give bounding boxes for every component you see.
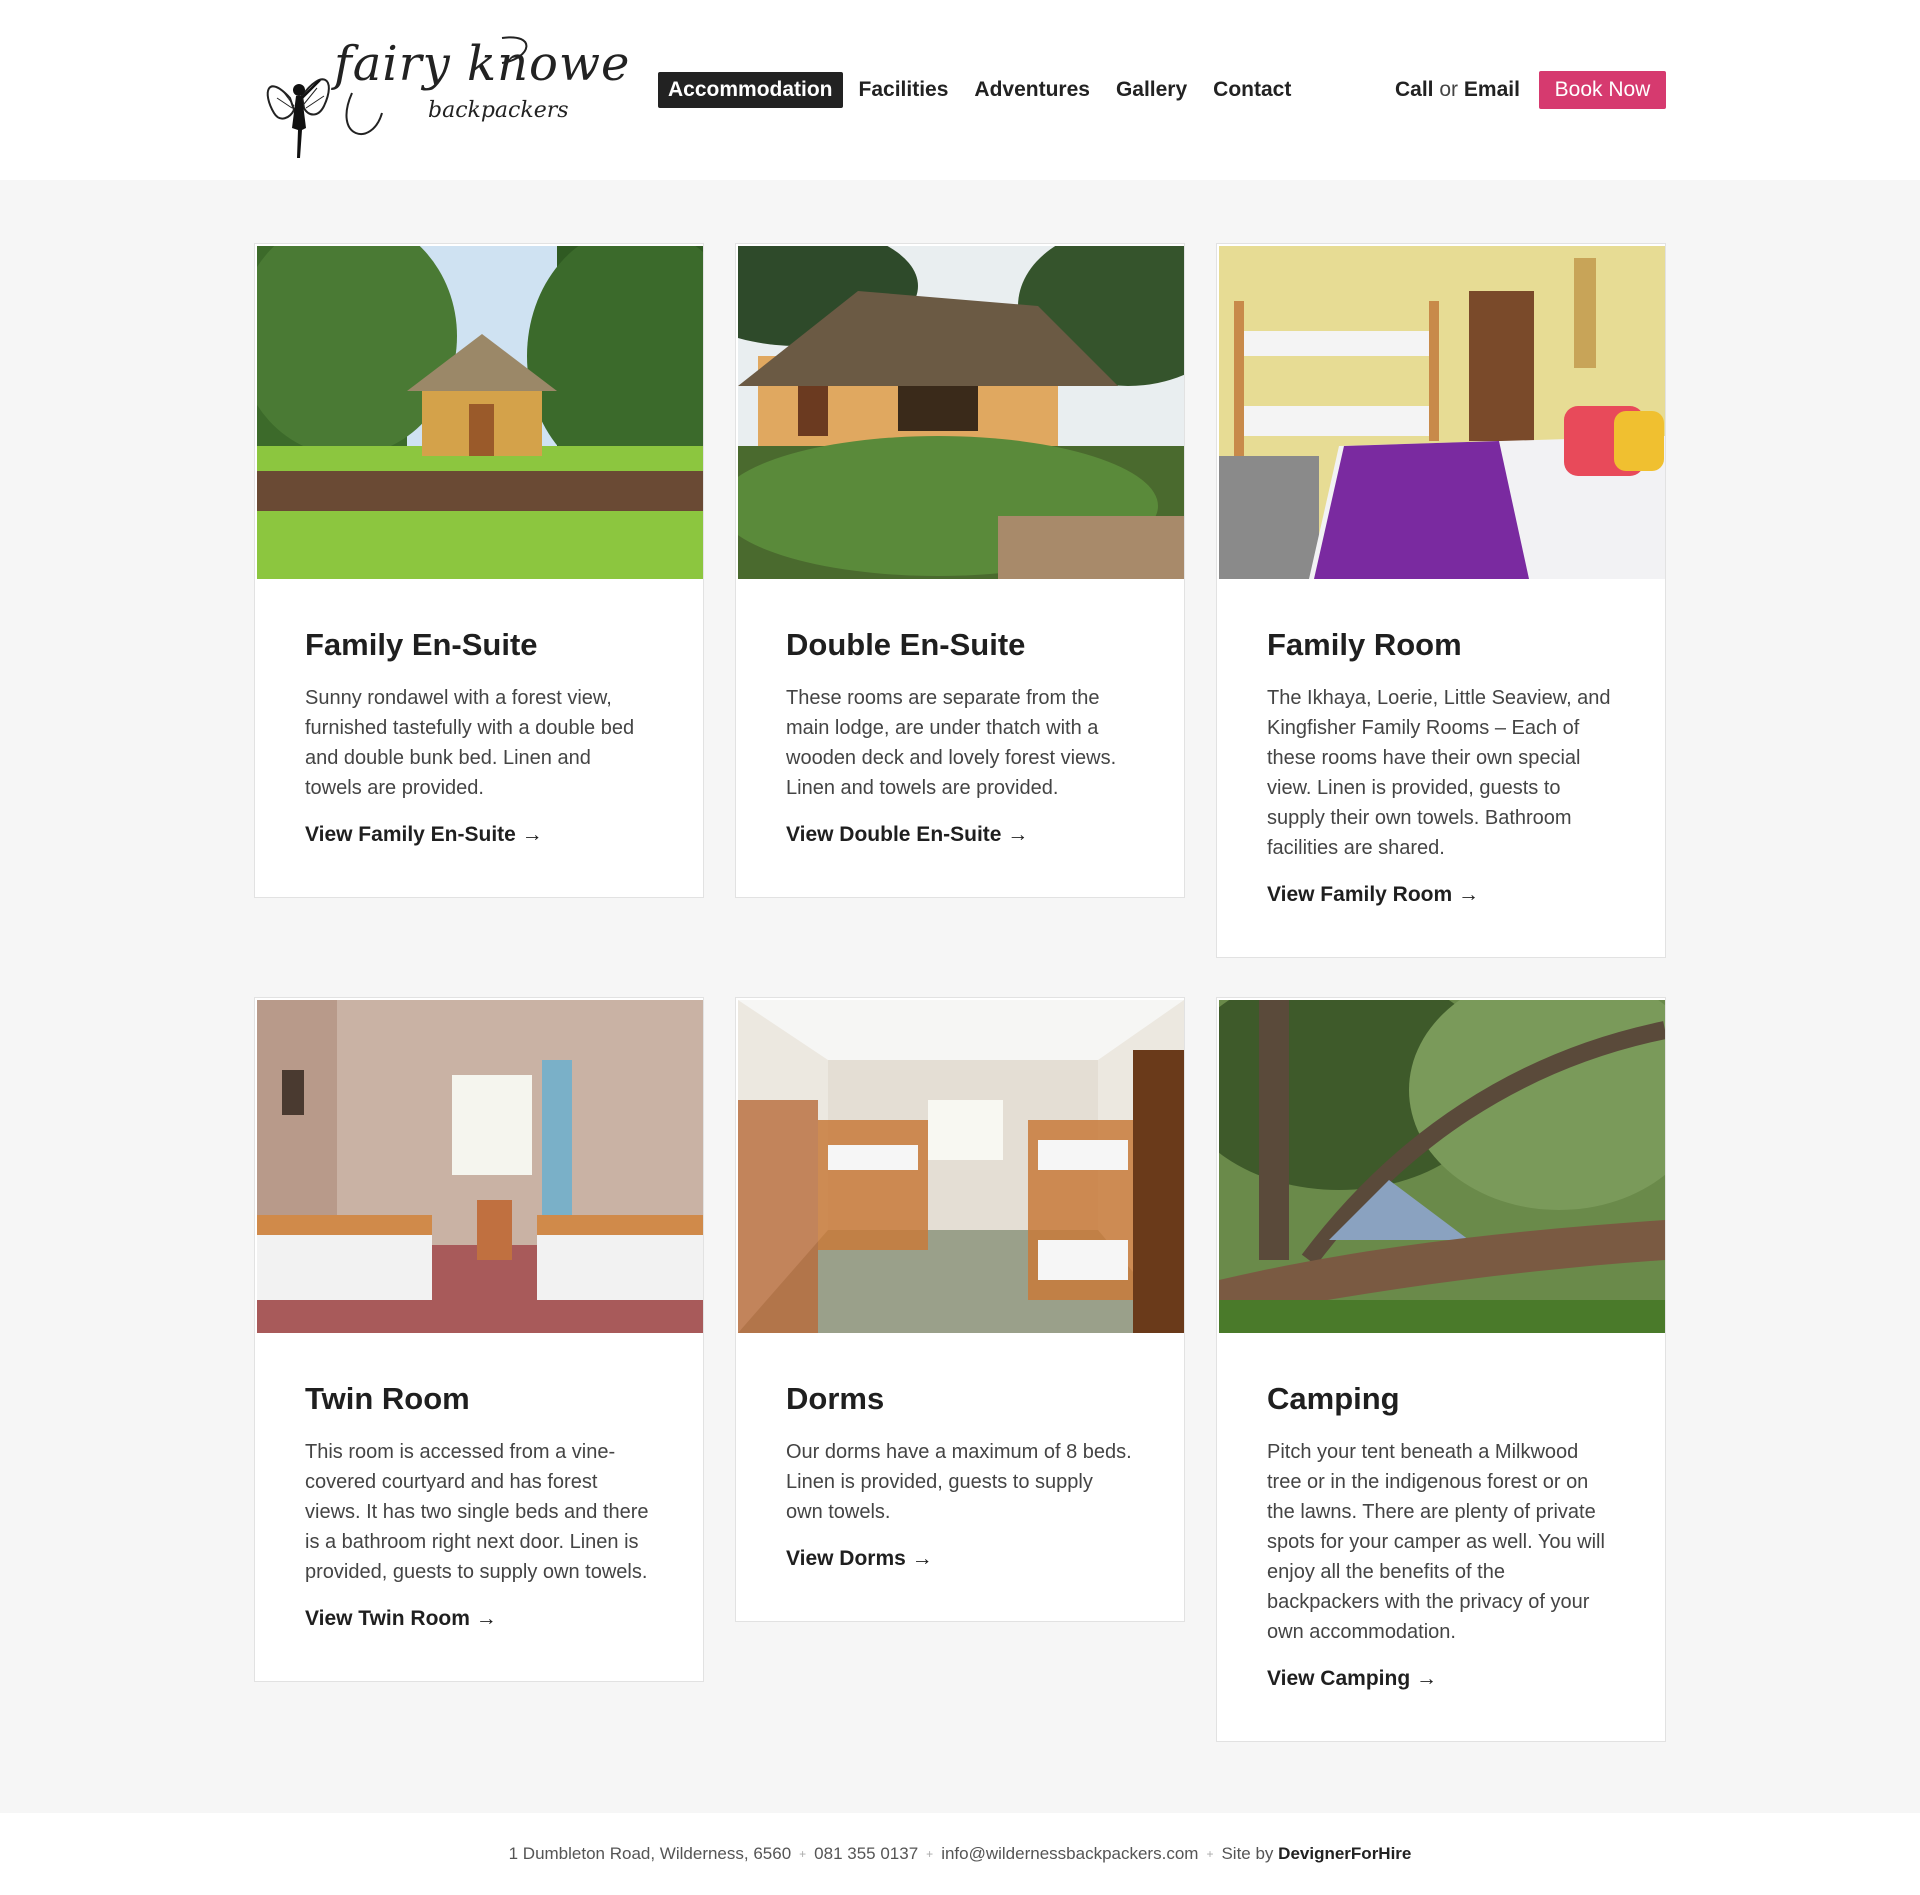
card-image[interactable]	[257, 246, 703, 579]
card-title: Camping	[1267, 1381, 1400, 1416]
card-image[interactable]	[738, 1000, 1184, 1333]
card-title: Dorms	[786, 1381, 885, 1416]
footer-phone[interactable]: 081 355 0137	[814, 1844, 918, 1864]
site-header: fairy knowe backpackers Accommodation Fa…	[0, 0, 1920, 180]
card-image[interactable]	[1219, 246, 1665, 579]
email-link[interactable]: Email	[1464, 78, 1520, 101]
card-title: Twin Room	[305, 1381, 470, 1416]
bunk-and-double-bed-photo	[1219, 246, 1665, 579]
logo[interactable]: fairy knowe backpackers	[262, 18, 629, 163]
dorm-bunks-photo	[738, 1000, 1184, 1333]
site-footer: 1 Dumbleton Road, Wilderness, 6560 + 081…	[0, 1813, 1920, 1895]
card-title: Family Room	[1267, 627, 1462, 662]
card-description: Our dorms have a maximum of 8 beds. Line…	[786, 1441, 1132, 1523]
card-title: Double En-Suite	[786, 627, 1026, 662]
footer-email[interactable]: info@wildernessbackpackers.com	[941, 1844, 1198, 1864]
card-dorms: Dorms Our dorms have a maximum of 8 beds…	[735, 997, 1185, 1622]
twin-beds-photo	[257, 1000, 703, 1333]
view-dorms-link[interactable]: View Dorms →	[786, 1547, 933, 1571]
nav-accommodation[interactable]: Accommodation	[658, 72, 843, 108]
view-family-room-link[interactable]: View Family Room →	[1267, 883, 1479, 907]
view-twin-room-link[interactable]: View Twin Room →	[305, 1607, 497, 1631]
tent-under-trees-photo	[1219, 1000, 1665, 1333]
logo-wordmark: fairy knowe	[334, 36, 631, 92]
card-twin-room: Twin Room This room is accessed from a v…	[254, 997, 704, 1682]
footer-separator: +	[1206, 1847, 1214, 1861]
main-nav: Accommodation Facilities Adventures Gall…	[658, 72, 1307, 108]
call-or-email: Call or Email	[1395, 78, 1520, 102]
thatched-rondawel-photo	[257, 246, 703, 579]
nav-adventures[interactable]: Adventures	[964, 72, 1100, 108]
call-link[interactable]: Call	[1395, 78, 1434, 101]
nav-contact[interactable]: Contact	[1203, 72, 1301, 108]
card-image[interactable]	[1219, 1000, 1665, 1333]
nav-facilities[interactable]: Facilities	[849, 72, 959, 108]
card-description: These rooms are separate from the main l…	[786, 687, 1117, 799]
footer-separator: +	[926, 1847, 934, 1861]
card-image[interactable]	[257, 1000, 703, 1333]
view-camping-link[interactable]: View Camping →	[1267, 1667, 1437, 1691]
card-double-en-suite: Double En-Suite These rooms are separate…	[735, 243, 1185, 898]
card-description: Pitch your tent beneath a Milkwood tree …	[1267, 1441, 1605, 1643]
view-double-en-suite-link[interactable]: View Double En-Suite →	[786, 823, 1028, 847]
card-camping: Camping Pitch your tent beneath a Milkwo…	[1216, 997, 1666, 1742]
book-now-button[interactable]: Book Now	[1539, 71, 1666, 109]
view-family-en-suite-link[interactable]: View Family En-Suite →	[305, 823, 543, 847]
card-family-room: Family Room The Ikhaya, Loerie, Little S…	[1216, 243, 1666, 958]
thatched-cottage-photo	[738, 246, 1184, 579]
footer-address: 1 Dumbleton Road, Wilderness, 6560	[508, 1844, 792, 1863]
card-family-en-suite: Family En-Suite Sunny rondawel with a fo…	[254, 243, 704, 898]
card-description: Sunny rondawel with a forest view, furni…	[305, 687, 635, 799]
card-description: This room is accessed from a vine-covere…	[305, 1441, 649, 1583]
footer-site-by: Site by	[1221, 1844, 1274, 1863]
footer-designer-link[interactable]: DevignerForHire	[1278, 1844, 1411, 1864]
card-description: The Ikhaya, Loerie, Little Seaview, and …	[1267, 687, 1611, 859]
footer-separator: +	[799, 1847, 807, 1861]
card-title: Family En-Suite	[305, 627, 538, 662]
card-image[interactable]	[738, 246, 1184, 579]
logo-subtitle: backpackers	[428, 98, 569, 123]
or-text: or	[1439, 78, 1459, 101]
nav-gallery[interactable]: Gallery	[1106, 72, 1197, 108]
